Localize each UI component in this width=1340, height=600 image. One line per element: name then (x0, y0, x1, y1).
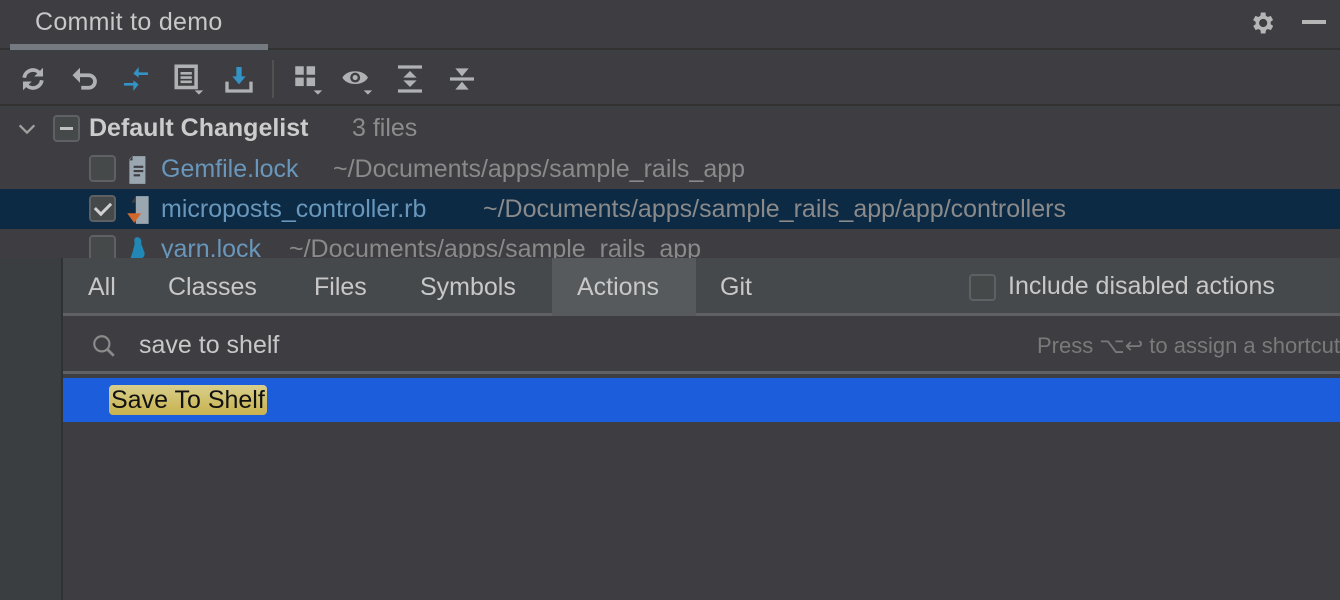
text-file-icon (129, 156, 146, 184)
changelist-name: Default Changelist (89, 114, 309, 142)
file-path: ~/Documents/apps/sample_rails_app/app/co… (483, 195, 1066, 223)
background-panel-edge (0, 258, 63, 600)
minimize-icon[interactable] (1302, 20, 1326, 24)
file-row[interactable]: microposts_controller.rb ~/Documents/app… (0, 189, 1340, 229)
search-icon (93, 335, 115, 357)
show-diff-icon[interactable] (119, 62, 153, 96)
shortcut-hint: Press ⌥↩ to assign a shortcut (1037, 333, 1340, 358)
file-name: Gemfile.lock (161, 155, 299, 183)
tool-window-header: Commit to demo (0, 0, 1340, 50)
search-tabs: All Classes Files Symbols Actions Git In… (63, 258, 1340, 316)
rollback-icon[interactable] (68, 62, 102, 96)
changelist-count: 3 files (352, 114, 418, 142)
group-by-icon[interactable] (291, 62, 325, 96)
search-input[interactable] (139, 328, 939, 362)
file-checkbox[interactable] (89, 195, 116, 222)
tab-symbols[interactable]: Symbols (395, 258, 541, 316)
result-label: Save To Shelf (109, 385, 267, 415)
tab-actions[interactable]: Actions (552, 258, 696, 316)
include-disabled-checkbox[interactable] (969, 274, 996, 301)
file-name: microposts_controller.rb (161, 195, 427, 223)
refresh-icon[interactable] (16, 62, 50, 96)
file-path: ~/Documents/apps/sample_rails_app (333, 155, 746, 183)
result-item[interactable]: Save To Shelf (63, 378, 1340, 422)
commit-toolbar (0, 52, 1340, 106)
changelist-row[interactable]: Default Changelist 3 files (0, 108, 1340, 148)
tab-classes[interactable]: Classes (143, 258, 282, 316)
collapse-all-icon[interactable] (445, 62, 479, 96)
changelist-menu-icon[interactable] (172, 62, 206, 96)
tab-git[interactable]: Git (695, 258, 777, 316)
search-field: Press ⌥↩ to assign a shortcut (63, 316, 1340, 374)
update-icon[interactable] (222, 62, 256, 96)
tab-title: Commit to demo (35, 8, 223, 36)
changes-tree: Default Changelist 3 files Gemfile.lock … (0, 108, 1340, 263)
expand-all-icon[interactable] (393, 62, 427, 96)
tab-active-indicator (10, 44, 268, 50)
ruby-file-icon (127, 196, 149, 224)
changelist-checkbox[interactable] (53, 115, 80, 142)
tab-all[interactable]: All (63, 258, 141, 316)
file-row[interactable]: Gemfile.lock ~/Documents/apps/sample_rai… (0, 149, 1340, 189)
chevron-down-icon[interactable] (16, 118, 38, 140)
search-everywhere-popup: All Classes Files Symbols Actions Git In… (63, 258, 1340, 600)
gear-icon[interactable] (1248, 9, 1276, 37)
file-checkbox[interactable] (89, 155, 116, 182)
view-options-icon[interactable] (341, 62, 375, 96)
tab-commit[interactable]: Commit to demo (10, 0, 268, 50)
include-disabled-label[interactable]: Include disabled actions (1008, 272, 1275, 301)
tab-files[interactable]: Files (289, 258, 392, 316)
toolbar-separator (272, 60, 274, 98)
